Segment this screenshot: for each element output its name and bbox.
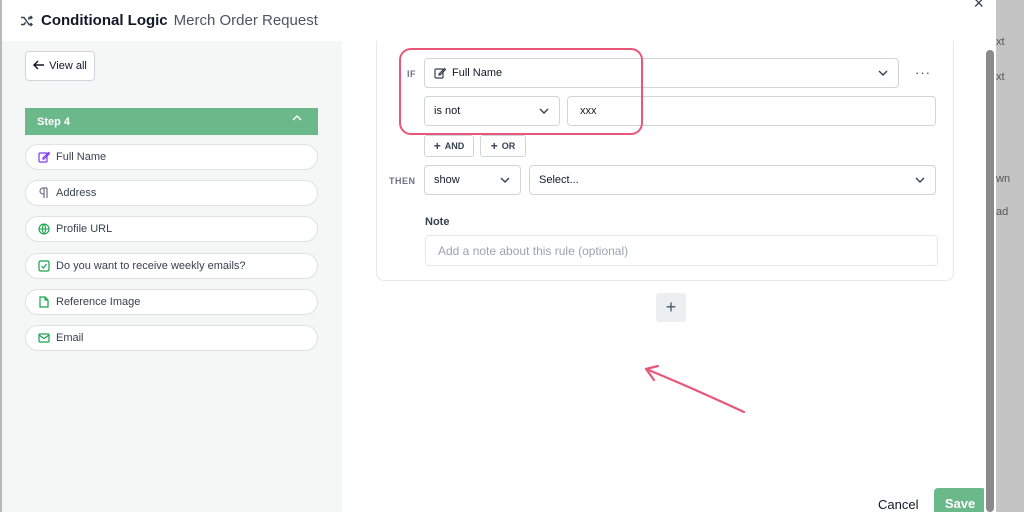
highlight-annotation	[399, 48, 643, 135]
add-rule-button[interactable]: +	[656, 293, 686, 322]
sidebar-item-address[interactable]: Address	[25, 180, 318, 206]
sidebar-item-label: Profile URL	[56, 223, 113, 235]
background-text: xt	[996, 36, 1005, 48]
note-input[interactable]: Add a note about this rule (optional)	[425, 235, 938, 266]
edit-icon	[38, 151, 50, 163]
shuffle-icon	[20, 14, 34, 28]
action-select[interactable]: show	[424, 165, 521, 195]
sidebar-item-label: Reference Image	[56, 296, 141, 308]
mail-icon	[38, 332, 50, 344]
note-placeholder: Add a note about this rule (optional)	[438, 243, 629, 258]
sidebar-item-email[interactable]: Email	[25, 325, 318, 351]
sidebar-item-full-name[interactable]: Full Name	[25, 144, 318, 170]
scrollbar-thumb[interactable]	[986, 50, 994, 512]
page-title: Conditional Logic	[41, 12, 168, 29]
and-label: AND	[444, 141, 465, 151]
checkbox-icon	[38, 260, 50, 272]
step-label: Step 4	[37, 115, 71, 128]
background-text: xt	[996, 71, 1005, 83]
target-select[interactable]: Select...	[529, 165, 936, 195]
plus-icon: +	[490, 139, 498, 153]
add-and-button[interactable]: + AND	[424, 135, 474, 157]
save-button[interactable]: Save	[934, 488, 986, 512]
sidebar: View all Step 4 Full Name Address Profil…	[2, 41, 342, 512]
sidebar-item-label: Address	[56, 187, 97, 199]
step-header[interactable]: Step 4	[25, 108, 318, 135]
chevron-down-icon	[877, 67, 889, 79]
more-options-icon[interactable]: ···	[915, 65, 931, 80]
action-select-value: show	[434, 174, 460, 186]
sidebar-item-label: Full Name	[56, 151, 107, 163]
paragraph-icon	[38, 187, 50, 199]
globe-icon	[38, 223, 50, 235]
chevron-down-icon	[499, 174, 511, 186]
chevron-up-icon	[292, 114, 302, 125]
or-label: OR	[501, 141, 516, 151]
close-icon[interactable]: ×	[973, 0, 984, 14]
file-icon	[38, 296, 50, 308]
sidebar-item-profile-url[interactable]: Profile URL	[25, 216, 318, 242]
arrow-annotation	[644, 364, 746, 414]
cancel-button[interactable]: Cancel	[878, 497, 918, 512]
conditional-logic-modal: Conditional Logic Merch Order Request × …	[2, 0, 996, 512]
note-label: Note	[425, 216, 450, 228]
view-all-label: View all	[49, 60, 87, 72]
target-select-placeholder: Select...	[539, 174, 579, 186]
add-or-button[interactable]: + OR	[480, 135, 526, 157]
sidebar-item-weekly-emails[interactable]: Do you want to receive weekly emails?	[25, 253, 318, 279]
then-label: THEN	[389, 176, 416, 186]
background-text: wn	[996, 173, 1011, 185]
plus-icon: +	[433, 139, 441, 153]
view-all-button[interactable]: View all	[25, 51, 95, 81]
form-name: Merch Order Request	[173, 12, 318, 29]
chevron-down-icon	[914, 174, 926, 186]
sidebar-item-label: Email	[56, 332, 84, 344]
sidebar-item-label: Do you want to receive weekly emails?	[56, 260, 246, 272]
modal-header: Conditional Logic Merch Order Request ×	[2, 0, 996, 41]
background-text: ad	[996, 206, 1009, 218]
arrow-left-icon	[33, 60, 45, 73]
sidebar-item-reference-image[interactable]: Reference Image	[25, 289, 318, 315]
